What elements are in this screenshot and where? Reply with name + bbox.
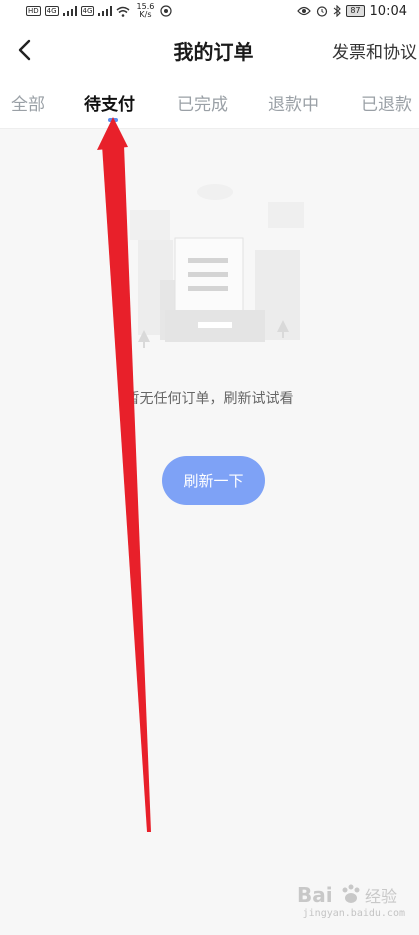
tab-all[interactable]: 全部 — [11, 90, 45, 115]
svg-text:经验: 经验 — [365, 887, 397, 906]
svg-text:Bai: Bai — [297, 883, 333, 907]
clock: 10:04 — [369, 3, 407, 19]
wifi-icon — [116, 6, 130, 17]
status-left: HD 4G 4G 15.6 K/s — [26, 0, 173, 22]
net1-badge: 4G — [44, 6, 59, 16]
sim1-badge: HD — [26, 6, 41, 16]
signal-icon — [98, 6, 113, 16]
refresh-button[interactable]: 刷新一下 — [162, 456, 265, 505]
nav-bar: 我的订单 发票和协议 — [0, 22, 419, 78]
invoice-agreement-link[interactable]: 发票和协议 — [332, 38, 417, 63]
active-tab-indicator — [108, 118, 118, 122]
net-speed: 15.6 K/s — [134, 3, 156, 19]
empty-orders-illustration — [130, 184, 304, 348]
bluetooth-icon — [333, 5, 342, 17]
tab-completed[interactable]: 已完成 — [177, 90, 228, 115]
status-right: 87 10:04 — [297, 0, 407, 22]
tab-refunded[interactable]: 已退款 — [361, 90, 412, 115]
alarm-icon — [317, 6, 328, 17]
net2-badge: 4G — [80, 6, 95, 16]
status-bar: HD 4G 4G 15.6 K/s 87 10:04 — [0, 0, 419, 22]
net-speed-unit: K/s — [139, 10, 152, 19]
eye-icon — [297, 6, 312, 16]
tab-pending-payment[interactable]: 待支付 — [84, 90, 135, 115]
baidu-logo-icon: Bai 经验 — [297, 883, 397, 907]
battery-icon: 87 — [346, 5, 365, 17]
watermark-url: jingyan.baidu.com — [302, 908, 405, 919]
app-notification-icon — [160, 5, 173, 17]
signal-icon — [62, 6, 77, 16]
empty-state-message: 暂无任何订单，刷新试试看 — [125, 391, 294, 407]
tab-refunding[interactable]: 退款中 — [268, 90, 319, 115]
baidu-watermark: Bai 经验 jingyan.baidu.com — [295, 880, 405, 926]
order-status-tabs: 全部 待支付 已完成 退款中 已退款 — [0, 78, 419, 129]
